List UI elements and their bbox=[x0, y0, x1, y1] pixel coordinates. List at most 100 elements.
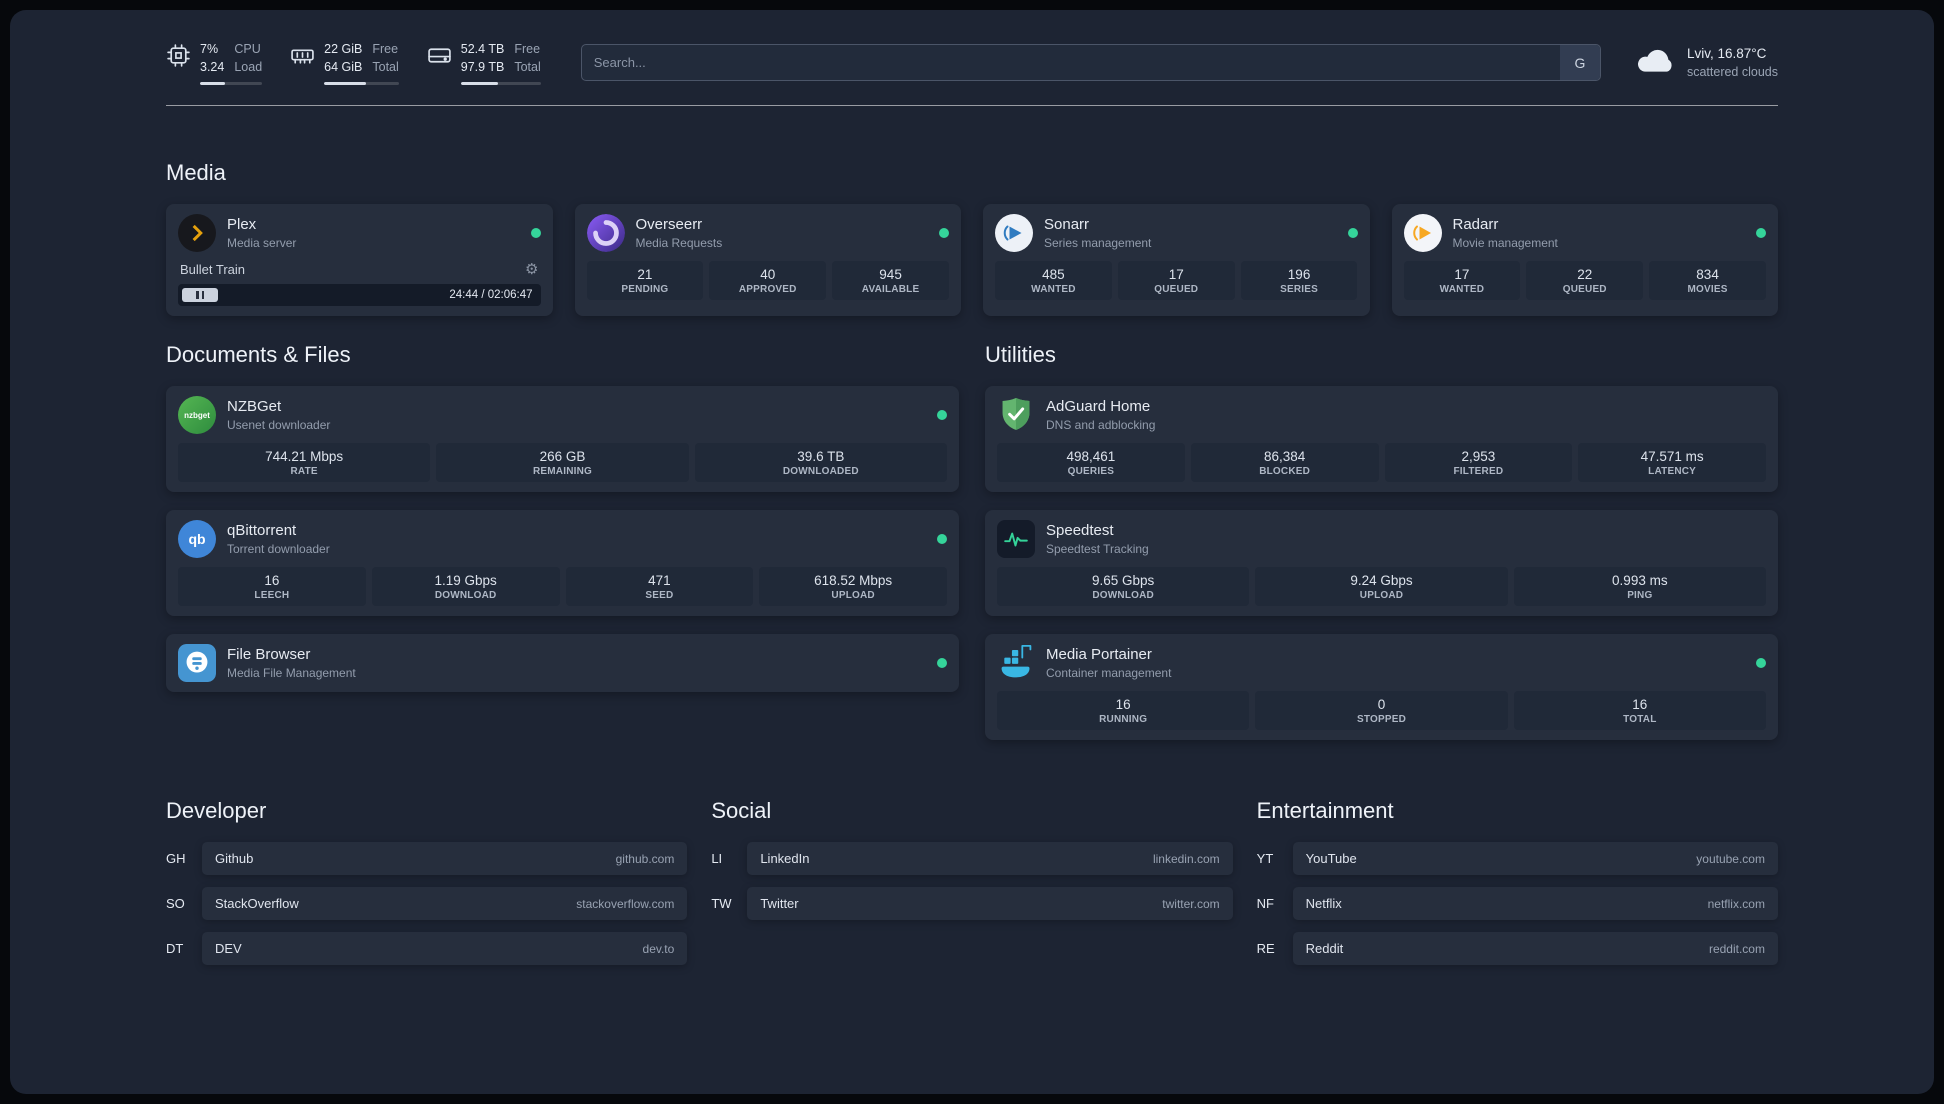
stat-block: 39.6 TB DOWNLOADED bbox=[694, 443, 947, 483]
stat-label: QUEUED bbox=[1154, 284, 1199, 296]
playback-progress-bar[interactable]: 24:44 / 02:06:47 bbox=[178, 284, 541, 307]
stat-label: AVAILABLE bbox=[861, 284, 920, 296]
memory-total-label: Total bbox=[372, 60, 399, 75]
section-title-developer: Developer bbox=[166, 798, 267, 824]
app-desc: Torrent downloader bbox=[227, 541, 330, 556]
app-card-adguard[interactable]: AdGuard Home DNS and adblocking 498,461 … bbox=[985, 386, 1778, 493]
bookmark-row: SO StackOverflow stackoverflow.com bbox=[166, 887, 688, 921]
bookmark-row: DT DEV dev.to bbox=[166, 932, 688, 966]
app-card-sonarr[interactable]: Sonarr Series management 485 WANTED 17 Q… bbox=[983, 204, 1370, 317]
memory-widget: 22 GiB 64 GiB Free Total bbox=[290, 40, 399, 86]
stat-label: APPROVED bbox=[738, 284, 797, 296]
stat-block: 0 STOPPED bbox=[1255, 691, 1508, 731]
stat-value: 47.571 ms bbox=[1640, 449, 1704, 465]
bookmark-link-netflix[interactable]: Netflix netflix.com bbox=[1292, 887, 1778, 921]
status-dot bbox=[937, 410, 947, 421]
disk-free-label: Free bbox=[514, 42, 541, 56]
bookmark-link-stackoverflow[interactable]: StackOverflow stackoverflow.com bbox=[202, 887, 688, 921]
app-card-nzbget[interactable]: nzbget NZBGet Usenet downloader 744.21 M… bbox=[166, 386, 959, 493]
stat-value: 16 bbox=[264, 573, 280, 589]
bookmark-name: StackOverflow bbox=[215, 896, 299, 912]
nzbget-icon: nzbget bbox=[178, 396, 216, 435]
stat-block: 618.52 Mbps UPLOAD bbox=[759, 567, 947, 607]
search-input[interactable] bbox=[580, 44, 1601, 82]
bookmark-url: youtube.com bbox=[1696, 851, 1765, 866]
bookmark-link-youtube[interactable]: YouTube youtube.com bbox=[1292, 842, 1778, 876]
app-card-radarr[interactable]: Radarr Movie management 17 WANTED 22 QUE… bbox=[1391, 204, 1778, 317]
app-card-portainer[interactable]: Media Portainer Container management 16 … bbox=[985, 634, 1778, 741]
app-desc: Media server bbox=[227, 235, 297, 250]
stat-label: QUEUED bbox=[1562, 284, 1607, 296]
bookmark-name: Github bbox=[215, 851, 254, 867]
weather-widget: Lviv, 16.87°C scattered clouds bbox=[1635, 44, 1778, 82]
stat-value: 16 bbox=[1632, 697, 1648, 713]
bookmark-group-entertainment: Entertainment YT YouTube youtube.com NF … bbox=[1257, 798, 1778, 977]
filebrowser-icon bbox=[178, 644, 216, 683]
bookmark-link-github[interactable]: Github github.com bbox=[202, 842, 688, 876]
stat-value: 9.24 Gbps bbox=[1350, 573, 1413, 589]
stat-value: 266 GB bbox=[539, 449, 586, 465]
sonarr-icon bbox=[995, 214, 1033, 253]
bookmark-url: reddit.com bbox=[1708, 941, 1765, 956]
bookmark-link-twitter[interactable]: Twitter twitter.com bbox=[747, 887, 1233, 921]
app-name: AdGuard Home bbox=[1046, 398, 1151, 416]
stat-label: REMAINING bbox=[532, 466, 592, 478]
stat-value: 17 bbox=[1168, 267, 1184, 283]
stat-block: 22 QUEUED bbox=[1526, 261, 1644, 301]
bookmark-row: NF Netflix netflix.com bbox=[1257, 887, 1778, 921]
stat-label: SERIES bbox=[1280, 284, 1319, 296]
section-title-entertainment: Entertainment bbox=[1256, 798, 1394, 824]
section-title-utilities: Utilities bbox=[985, 342, 1056, 368]
gear-icon[interactable]: ⚙ bbox=[525, 260, 538, 278]
app-name: Overseerr bbox=[635, 216, 703, 234]
disk-icon bbox=[427, 43, 452, 76]
disk-free-value: 52.4 TB bbox=[460, 42, 505, 56]
stat-value: 744.21 Mbps bbox=[265, 449, 344, 465]
search-provider-button[interactable]: G bbox=[1559, 45, 1600, 81]
speedtest-icon bbox=[997, 520, 1035, 559]
disk-widget: 52.4 TB 97.9 TB Free Total bbox=[427, 40, 541, 86]
portainer-icon bbox=[997, 644, 1035, 682]
memory-free-label: Free bbox=[372, 42, 399, 56]
app-card-speedtest[interactable]: Speedtest Speedtest Tracking 9.65 Gbps D… bbox=[985, 510, 1778, 617]
stat-block: 16 LEECH bbox=[178, 567, 366, 607]
stat-label: FILTERED bbox=[1453, 466, 1504, 478]
stat-label: BLOCKED bbox=[1259, 466, 1311, 478]
search-bar: G bbox=[580, 44, 1601, 82]
stat-block: 744.21 Mbps RATE bbox=[178, 443, 431, 483]
stat-block: 196 SERIES bbox=[1240, 261, 1358, 301]
stat-label: PENDING bbox=[621, 284, 669, 296]
stat-value: 196 bbox=[1287, 267, 1311, 283]
stat-block: 9.65 Gbps DOWNLOAD bbox=[997, 567, 1250, 607]
bookmark-link-dev[interactable]: DEV dev.to bbox=[202, 932, 688, 966]
stat-block: 21 PENDING bbox=[586, 261, 704, 301]
stat-value: 0.993 ms bbox=[1612, 573, 1668, 589]
stat-label: DOWNLOAD bbox=[434, 590, 497, 602]
cpu-percent: 7% bbox=[200, 42, 219, 56]
pause-button[interactable] bbox=[182, 288, 218, 303]
stat-block: 47.571 ms LATENCY bbox=[1578, 443, 1766, 483]
bookmark-url: twitter.com bbox=[1162, 896, 1220, 911]
stat-value: 86,384 bbox=[1263, 449, 1306, 465]
app-name: Media Portainer bbox=[1046, 646, 1152, 664]
status-dot bbox=[1756, 228, 1766, 239]
stat-label: TOTAL bbox=[1623, 714, 1657, 726]
dashboard: 7% 3.24 CPU Load 22 GiB 64 GiB Free Tota… bbox=[10, 10, 1934, 1094]
bookmark-group-social: Social LI LinkedIn linkedin.com TW Twitt… bbox=[711, 798, 1233, 977]
app-card-plex[interactable]: Plex Media server Bullet Train ⚙ 24:44 /… bbox=[166, 204, 553, 317]
app-desc: Media File Management bbox=[227, 665, 356, 680]
app-card-filebrowser[interactable]: File Browser Media File Management bbox=[166, 634, 959, 693]
status-dot bbox=[937, 534, 947, 545]
stat-block: 40 APPROVED bbox=[709, 261, 827, 301]
stat-block: 1.19 Gbps DOWNLOAD bbox=[371, 567, 560, 607]
app-card-overseerr[interactable]: Overseerr Media Requests 21 PENDING 40 A… bbox=[574, 204, 961, 317]
stat-value: 39.6 TB bbox=[797, 449, 845, 465]
plex-icon bbox=[178, 214, 216, 253]
stat-value: 471 bbox=[648, 573, 671, 589]
bookmark-link-reddit[interactable]: Reddit reddit.com bbox=[1292, 932, 1778, 966]
stat-value: 0 bbox=[1377, 697, 1386, 713]
app-name: Plex bbox=[227, 216, 257, 234]
stat-label: PING bbox=[1627, 590, 1653, 602]
app-card-qbittorrent[interactable]: qb qBittorrent Torrent downloader 16 LEE… bbox=[166, 510, 959, 617]
bookmark-link-linkedin[interactable]: LinkedIn linkedin.com bbox=[747, 842, 1233, 876]
